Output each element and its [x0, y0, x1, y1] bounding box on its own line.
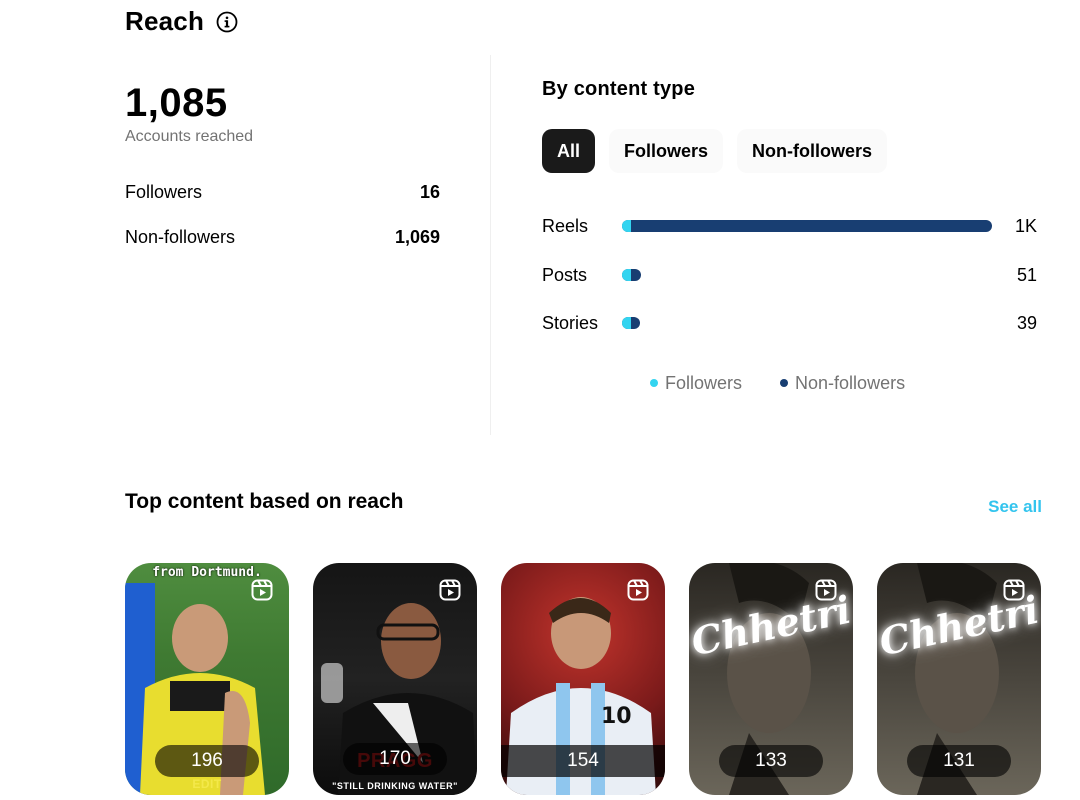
legend-label-followers: Followers: [665, 372, 743, 393]
non-followers-stat-label: Non-followers: [125, 227, 236, 247]
non-followers-stat-row: Non-followers 1,069: [125, 227, 440, 248]
content-type-filters: All Followers Non-followers: [542, 129, 1042, 173]
thumbnail-caption-bottom: EDIT: [192, 777, 222, 791]
reach-count: 196: [155, 745, 259, 777]
bar-row-posts: Posts 51: [542, 264, 1037, 313]
filter-non-followers-button[interactable]: Non-followers: [737, 129, 888, 173]
reel-icon: [627, 579, 649, 601]
bar-fill-stories: [622, 317, 640, 329]
reel-icon: [439, 579, 461, 601]
reach-count: 154: [501, 745, 665, 777]
bar-row-stories: Stories 39: [542, 312, 1037, 361]
page-title: Reach: [125, 6, 205, 36]
thumbnail-caption-top: from Dortmund.: [152, 565, 262, 580]
content-type-title: By content type: [542, 78, 696, 100]
followers-segment: [622, 317, 631, 329]
chart-legend: Followers Non-followers: [650, 373, 1042, 394]
accounts-reached-value: 1,085: [125, 81, 228, 125]
followers-segment: [622, 268, 631, 281]
info-icon[interactable]: [216, 11, 238, 33]
legend-label-non-followers: Non-followers: [795, 372, 906, 393]
content-thumbnail[interactable]: Chhetri 133: [689, 563, 853, 795]
bar-value-posts: 51: [1016, 264, 1037, 285]
bar-value-stories: 39: [1016, 313, 1037, 333]
thumbnail-caption-bottom: "STILL DRINKING WATER": [332, 781, 458, 791]
content-thumbnail[interactable]: 10 154: [501, 563, 665, 795]
bar-label-reels: Reels: [542, 216, 589, 236]
legend-dot-followers: [650, 379, 658, 387]
reach-count: 170: [343, 743, 447, 775]
followers-stat-row: Followers 16: [125, 182, 440, 203]
filter-all-button[interactable]: All: [542, 129, 596, 173]
content-thumbnail[interactable]: from Dortmund. EDIT 196: [125, 563, 289, 795]
reach-summary: 1,085 Accounts reached Followers 16 Non-…: [125, 80, 440, 248]
accounts-reached-label: Accounts reached: [125, 128, 254, 145]
reel-icon: [1003, 579, 1025, 601]
legend-followers: Followers: [650, 373, 742, 394]
reach-header: Reach: [125, 6, 238, 37]
bar-fill-posts: [622, 268, 641, 281]
followers-stat-label: Followers: [125, 182, 203, 202]
bar-track-posts: [622, 268, 992, 281]
content-thumbnail[interactable]: PRAGG "STILL DRINKING WATER" 170: [313, 563, 477, 795]
content-type-bars: Reels 1K Posts 51 Stories 39: [542, 215, 1037, 361]
column-divider: [490, 55, 491, 435]
followers-segment: [622, 220, 631, 232]
reel-icon: [251, 579, 273, 601]
followers-stat-value: 16: [419, 182, 440, 202]
bar-fill-reels: [622, 220, 992, 232]
reach-count: 131: [907, 745, 1011, 777]
bar-label-stories: Stories: [542, 313, 599, 333]
top-content-title: Top content based on reach: [125, 490, 404, 513]
see-all-link[interactable]: See all: [988, 497, 1042, 517]
content-type-panel: By content type All Followers Non-follow…: [542, 78, 1042, 394]
legend-dot-non-followers: [780, 379, 789, 387]
bar-track-stories: [622, 317, 992, 329]
reach-count: 133: [719, 745, 823, 777]
non-followers-stat-value: 1,069: [394, 227, 440, 247]
bar-label-posts: Posts: [542, 264, 588, 285]
bar-track-reels: [622, 220, 992, 232]
content-thumbnail[interactable]: Chhetri 131: [877, 563, 1041, 795]
bar-value-reels: 1K: [1014, 216, 1037, 236]
filter-followers-button[interactable]: Followers: [609, 129, 724, 173]
top-content-list: from Dortmund. EDIT 196 PRAGG "STILL DRI…: [125, 563, 1041, 795]
svg-text:10: 10: [601, 704, 632, 729]
legend-non-followers: Non-followers: [780, 373, 905, 394]
reel-icon: [815, 579, 837, 601]
bar-row-reels: Reels 1K: [542, 215, 1037, 264]
